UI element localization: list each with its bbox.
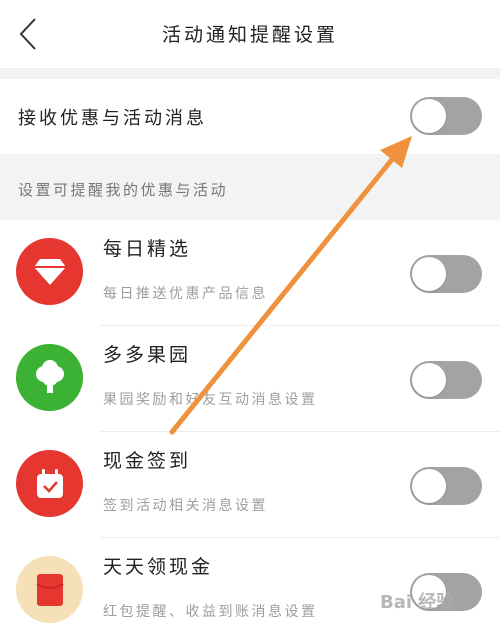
watermark: Bai 经验 — [380, 588, 498, 626]
watermark-text: Bai 经验 — [380, 592, 455, 613]
annotation-arrow — [169, 136, 412, 435]
